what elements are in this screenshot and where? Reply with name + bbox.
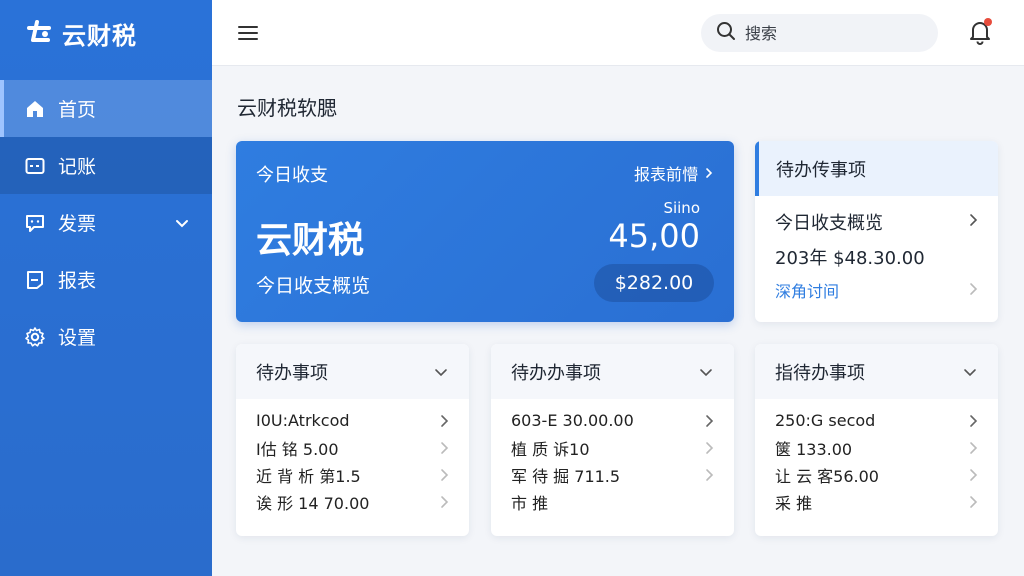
list-item-text: 让 云 客56.00 bbox=[775, 466, 879, 486]
todo-line-link[interactable]: 深角讨间 bbox=[775, 278, 839, 302]
hero-brand-text: 云财税 bbox=[256, 220, 365, 261]
hero-amount-pill[interactable]: $282.00 bbox=[594, 264, 714, 302]
chevron-down-icon[interactable] bbox=[433, 364, 449, 380]
list-item[interactable]: 市 推 bbox=[511, 488, 714, 515]
chevron-right-icon bbox=[968, 495, 978, 509]
list-item-text: 箧 133.00 bbox=[775, 439, 853, 459]
chevron-right-icon bbox=[704, 441, 714, 455]
list-item-text: 采 推 bbox=[775, 493, 813, 513]
hero-description: 今日收支概览 bbox=[256, 275, 371, 297]
sidebar-item-label: 发票 bbox=[58, 213, 97, 235]
chevron-right-icon bbox=[704, 414, 714, 428]
chevron-right-icon bbox=[968, 441, 978, 455]
card-title: 待办事项 bbox=[256, 362, 328, 384]
list-item-text: I0U:Atrkcod bbox=[256, 411, 350, 430]
page-title: 云财税软腮 bbox=[237, 96, 337, 120]
chevron-down-icon[interactable] bbox=[962, 364, 978, 380]
list-item-text: 诶 形 14 70.00 bbox=[256, 493, 370, 513]
list-item[interactable]: I0U:Atrkcod bbox=[256, 407, 449, 434]
todo-line-amount: 203年 $48.30.00 bbox=[775, 248, 925, 269]
search-box bbox=[701, 14, 938, 52]
list-item[interactable]: 250:G secod bbox=[775, 407, 978, 434]
gear-icon bbox=[24, 326, 46, 348]
list-item[interactable]: 军 待 掘 711.5 bbox=[511, 461, 714, 488]
chevron-right-icon bbox=[439, 441, 449, 455]
card-header: 待办办事项 bbox=[491, 344, 734, 399]
notification-badge bbox=[984, 18, 992, 26]
list-item-text: 603-E 30.00.00 bbox=[511, 411, 634, 430]
todo-line-overview[interactable]: 今日收支概览 bbox=[775, 209, 883, 235]
todo-card-3: 指待办事项 250:G secod 箧 133.00 让 云 客56.00 采 … bbox=[755, 344, 998, 536]
chevron-right-icon bbox=[968, 468, 978, 482]
hero-sub-label: Siino bbox=[663, 199, 700, 217]
list-item-text: I估 铭 5.00 bbox=[256, 439, 339, 459]
list-item[interactable]: 让 云 客56.00 bbox=[775, 461, 978, 488]
hero-details-link[interactable]: 报表前懵 bbox=[634, 161, 714, 185]
hero-link-label: 报表前懵 bbox=[633, 165, 698, 184]
report-icon bbox=[24, 269, 46, 291]
list-item-text: 军 待 掘 711.5 bbox=[511, 466, 621, 486]
list-item-text: 近 背 析 第1.5 bbox=[256, 466, 361, 486]
card-title: 待办办事项 bbox=[511, 362, 601, 384]
chevron-right-icon[interactable] bbox=[968, 282, 978, 296]
chevron-right-icon bbox=[968, 414, 978, 428]
sidebar-item-bookkeeping[interactable]: 记账 bbox=[0, 137, 212, 194]
cloud-logo-icon bbox=[24, 18, 54, 48]
search-input[interactable] bbox=[745, 23, 915, 43]
ledger-icon bbox=[24, 155, 46, 177]
home-icon bbox=[24, 98, 46, 120]
sidebar-item-invoice[interactable]: 发票 bbox=[0, 194, 212, 251]
chevron-down-icon[interactable] bbox=[698, 364, 714, 380]
sidebar-item-label: 首页 bbox=[58, 99, 97, 121]
chevron-right-icon bbox=[704, 468, 714, 482]
list-item[interactable]: 诶 形 14 70.00 bbox=[256, 488, 449, 515]
todo-card-1: 待办事项 I0U:Atrkcod I估 铭 5.00 近 背 析 第1.5 诶 … bbox=[236, 344, 469, 536]
list-item[interactable]: I估 铭 5.00 bbox=[256, 434, 449, 461]
app-name: 云财税 bbox=[62, 21, 137, 50]
hero-label: 今日收支 bbox=[256, 165, 328, 186]
list-item[interactable]: 近 背 析 第1.5 bbox=[256, 461, 449, 488]
chevron-right-icon bbox=[439, 468, 449, 482]
income-summary-card: 今日收支 报表前懵 云财税 Siino 45,00 今日收支概览 $282.00 bbox=[236, 141, 734, 322]
list-item-text: 植 质 诉10 bbox=[511, 439, 590, 459]
sidebar-item-label: 记账 bbox=[58, 156, 97, 178]
search-icon bbox=[715, 20, 737, 46]
top-header bbox=[212, 0, 1024, 66]
chevron-right-icon[interactable] bbox=[968, 213, 978, 227]
card-title: 待办传事项 bbox=[755, 141, 998, 196]
sidebar-item-label: 报表 bbox=[58, 270, 97, 292]
card-title: 指待办事项 bbox=[775, 362, 865, 384]
todo-card-2: 待办办事项 603-E 30.00.00 植 质 诉10 军 待 掘 711.5… bbox=[491, 344, 734, 536]
list-item[interactable]: 采 推 bbox=[775, 488, 978, 515]
chevron-down-icon[interactable] bbox=[174, 215, 190, 231]
sidebar-item-reports[interactable]: 报表 bbox=[0, 251, 212, 308]
chevron-right-icon bbox=[439, 495, 449, 509]
list-item[interactable]: 603-E 30.00.00 bbox=[511, 407, 714, 434]
notification-bell-icon[interactable] bbox=[966, 18, 994, 46]
card-header: 待办事项 bbox=[236, 344, 469, 399]
sidebar-item-settings[interactable]: 设置 bbox=[0, 308, 212, 365]
todo-summary-card: 待办传事项 今日收支概览 203年 $48.30.00 深角讨间 bbox=[755, 141, 998, 322]
sidebar-nav: 首页 记账 发票 报表 设置 bbox=[0, 80, 212, 365]
list-item-text: 250:G secod bbox=[775, 411, 876, 430]
sidebar: 云财税 首页 记账 发票 报表 设置 bbox=[0, 0, 212, 576]
menu-icon[interactable] bbox=[236, 21, 260, 45]
chevron-right-icon bbox=[704, 164, 714, 183]
hero-amount: 45,00 bbox=[608, 217, 700, 255]
sidebar-item-label: 设置 bbox=[58, 327, 97, 349]
list-item[interactable]: 植 质 诉10 bbox=[511, 434, 714, 461]
chevron-right-icon bbox=[439, 414, 449, 428]
list-item-text: 市 推 bbox=[511, 493, 549, 513]
card-header: 指待办事项 bbox=[755, 344, 998, 399]
list-item[interactable]: 箧 133.00 bbox=[775, 434, 978, 461]
app-logo[interactable]: 云财税 bbox=[0, 0, 212, 66]
invoice-icon bbox=[24, 212, 46, 234]
sidebar-item-home[interactable]: 首页 bbox=[0, 80, 212, 137]
